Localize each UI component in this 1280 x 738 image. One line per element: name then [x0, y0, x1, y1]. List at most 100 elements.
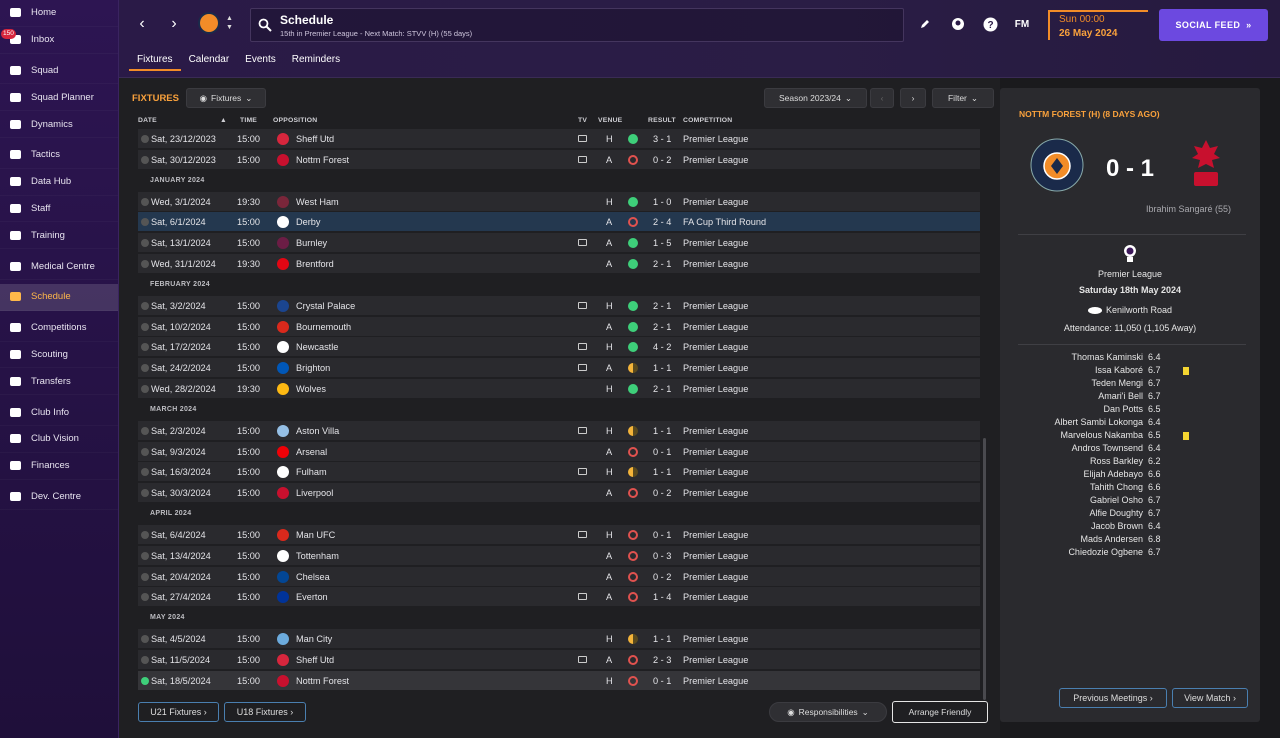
row-score[interactable]: 0 - 1 — [653, 530, 671, 540]
row-opposition[interactable]: Arsenal — [296, 447, 327, 457]
player-rating-row[interactable]: Chiedozie Ogbene 6.7 — [1000, 547, 1260, 560]
table-row[interactable]: Sat, 13/4/2024 15:00 Tottenham A 0 - 3 Premie… — [138, 545, 980, 566]
sidebar-item-finances[interactable]: Finances — [0, 453, 118, 480]
opposition-crest-icon[interactable] — [277, 153, 289, 166]
row-opposition[interactable]: Nottm Forest — [296, 155, 349, 165]
opposition-crest-icon[interactable] — [277, 674, 289, 687]
player-rating-row[interactable]: Gabriel Osho 6.7 — [1000, 495, 1260, 508]
arrange-friendly-button[interactable]: Arrange Friendly — [892, 701, 988, 723]
row-opposition[interactable]: Everton — [296, 592, 328, 602]
table-row[interactable]: Sat, 23/12/2023 15:00 Sheff Utd H 3 - 1 Premi… — [138, 129, 980, 149]
player-rating-row[interactable]: Elijah Adebayo 6.6 — [1000, 469, 1260, 482]
player-rating-row[interactable]: Tahith Chong 6.6 — [1000, 482, 1260, 495]
fixtures-view-dropdown[interactable]: ◉ Fixtures ⌄ — [186, 88, 266, 108]
opposition-crest-icon[interactable] — [277, 529, 289, 541]
tab-calendar[interactable]: Calendar — [181, 50, 238, 71]
col-venue[interactable]: VENUE — [598, 117, 622, 124]
back-button[interactable]: ‹ — [131, 13, 153, 35]
row-opposition[interactable]: West Ham — [296, 197, 339, 207]
table-row[interactable]: Sat, 27/4/2024 15:00 Everton A 1 - 4 Premier … — [138, 587, 980, 608]
player-rating-row[interactable]: Ross Barkley 6.2 — [1000, 456, 1260, 469]
away-crest-icon[interactable] — [1184, 136, 1228, 194]
row-score[interactable]: 0 - 1 — [653, 676, 671, 686]
opposition-crest-icon[interactable] — [277, 362, 289, 375]
row-opposition[interactable]: Bournemouth — [296, 322, 351, 332]
row-opposition[interactable]: Newcastle — [296, 342, 338, 352]
previous-meetings-button[interactable]: Previous Meetings › — [1059, 688, 1167, 708]
player-rating-row[interactable]: Thomas Kaminski 6.4 — [1000, 352, 1260, 365]
table-row[interactable]: Sat, 2/3/2024 15:00 Aston Villa H 1 - 1 Premi… — [138, 420, 980, 441]
player-name[interactable]: Thomas Kaminski — [1071, 352, 1143, 362]
row-score[interactable]: 1 - 1 — [653, 634, 671, 644]
player-name[interactable]: Ross Barkley — [1090, 456, 1143, 466]
sidebar-item-data-hub[interactable]: Data Hub — [0, 169, 118, 196]
view-match-button[interactable]: View Match › — [1172, 688, 1248, 708]
row-opposition[interactable]: Chelsea — [296, 572, 330, 582]
filter-dropdown[interactable]: Filter ⌄ — [932, 88, 994, 108]
table-row[interactable]: Wed, 31/1/2024 19:30 Brentford A 2 - 1 Premie… — [138, 254, 980, 274]
table-row[interactable]: Sat, 13/1/2024 15:00 Burnley A 1 - 5 Premier … — [138, 233, 980, 254]
player-rating-row[interactable]: Alfie Doughty 6.7 — [1000, 508, 1260, 521]
opposition-crest-icon[interactable] — [277, 633, 289, 646]
player-rating-row[interactable]: Amari'i Bell 6.7 — [1000, 391, 1260, 404]
sidebar-item-staff[interactable]: Staff — [0, 196, 118, 223]
row-score[interactable]: 1 - 1 — [653, 467, 671, 477]
player-name[interactable]: Issa Kaboré — [1095, 365, 1143, 375]
opposition-crest-icon[interactable] — [277, 216, 289, 229]
table-row[interactable]: Sat, 24/2/2024 15:00 Brighton A 1 - 1 Premier… — [138, 358, 980, 379]
u21-fixtures-button[interactable]: U21 Fixtures › — [138, 702, 219, 722]
row-opposition[interactable]: Sheff Utd — [296, 655, 334, 665]
row-competition[interactable]: Premier League — [683, 592, 748, 602]
col-tv[interactable]: TV — [578, 117, 587, 124]
club-crest[interactable] — [198, 12, 220, 34]
opposition-crest-icon[interactable] — [277, 320, 289, 333]
opposition-crest-icon[interactable] — [277, 258, 289, 270]
opposition-crest-icon[interactable] — [277, 466, 289, 479]
sort-asc-icon[interactable]: ▲ — [220, 117, 227, 124]
match-stadium[interactable]: Kenilworth Road — [1000, 305, 1260, 315]
row-score[interactable]: 2 - 1 — [653, 322, 671, 332]
player-rating-row[interactable]: Teden Mengi 6.7 — [1000, 378, 1260, 391]
player-name[interactable]: Teden Mengi — [1091, 378, 1143, 388]
player-name[interactable]: Chiedozie Ogbene — [1068, 547, 1143, 557]
responsibilities-dropdown[interactable]: ◉ Responsibilities ⌄ — [769, 702, 887, 722]
col-date[interactable]: DATE — [138, 117, 157, 124]
row-score[interactable]: 0 - 2 — [653, 155, 671, 165]
prev-season-button[interactable]: ‹ — [870, 88, 894, 108]
opposition-crest-icon[interactable] — [277, 445, 289, 458]
row-competition[interactable]: Premier League — [683, 655, 748, 665]
row-opposition[interactable]: Aston Villa — [296, 426, 339, 436]
row-score[interactable]: 2 - 3 — [653, 655, 671, 665]
opposition-crest-icon[interactable] — [277, 591, 289, 604]
sidebar-item-transfers[interactable]: Transfers — [0, 368, 118, 395]
opposition-crest-icon[interactable] — [277, 341, 289, 354]
row-score[interactable]: 0 - 3 — [653, 551, 671, 561]
table-row[interactable]: Sat, 17/2/2024 15:00 Newcastle H 4 - 2 Premie… — [138, 337, 980, 358]
row-opposition[interactable]: Man UFC — [296, 530, 335, 540]
row-competition[interactable]: Premier League — [683, 467, 748, 477]
opposition-crest-icon[interactable] — [277, 237, 289, 250]
sidebar-item-schedule[interactable]: Schedule — [0, 283, 118, 311]
sidebar-item-training[interactable]: Training — [0, 222, 118, 249]
sidebar-item-dev-centre[interactable]: Dev. Centre — [0, 484, 118, 511]
sidebar-item-squad-planner[interactable]: Squad Planner — [0, 84, 118, 111]
player-rating-row[interactable]: Albert Sambi Lokonga 6.4 — [1000, 417, 1260, 430]
row-competition[interactable]: Premier League — [683, 488, 748, 498]
row-competition[interactable]: Premier League — [683, 197, 748, 207]
opposition-crest-icon[interactable] — [277, 549, 289, 562]
player-rating-row[interactable]: Jacob Brown 6.4 — [1000, 521, 1260, 534]
player-rating-row[interactable]: Marvelous Nakamba 6.5 — [1000, 430, 1260, 443]
row-score[interactable]: 1 - 0 — [653, 197, 671, 207]
row-score[interactable]: 1 - 4 — [653, 592, 671, 602]
table-row[interactable]: Sat, 3/2/2024 15:00 Crystal Palace H 2 - 1 Pr… — [138, 295, 980, 316]
player-rating-row[interactable]: Mads Andersen 6.8 — [1000, 534, 1260, 547]
row-opposition[interactable]: Crystal Palace — [296, 301, 355, 311]
player-name[interactable]: Elijah Adebayo — [1083, 469, 1143, 479]
row-score[interactable]: 0 - 2 — [653, 488, 671, 498]
tab-events[interactable]: Events — [237, 50, 284, 71]
player-name[interactable]: Gabriel Osho — [1090, 495, 1143, 505]
table-row[interactable]: Wed, 28/2/2024 19:30 Wolves H 2 - 1 Premier L… — [138, 379, 980, 399]
sidebar-item-medical-centre[interactable]: Medical Centre — [0, 253, 118, 280]
row-opposition[interactable]: Sheff Utd — [296, 134, 334, 144]
opposition-crest-icon[interactable] — [277, 133, 289, 145]
